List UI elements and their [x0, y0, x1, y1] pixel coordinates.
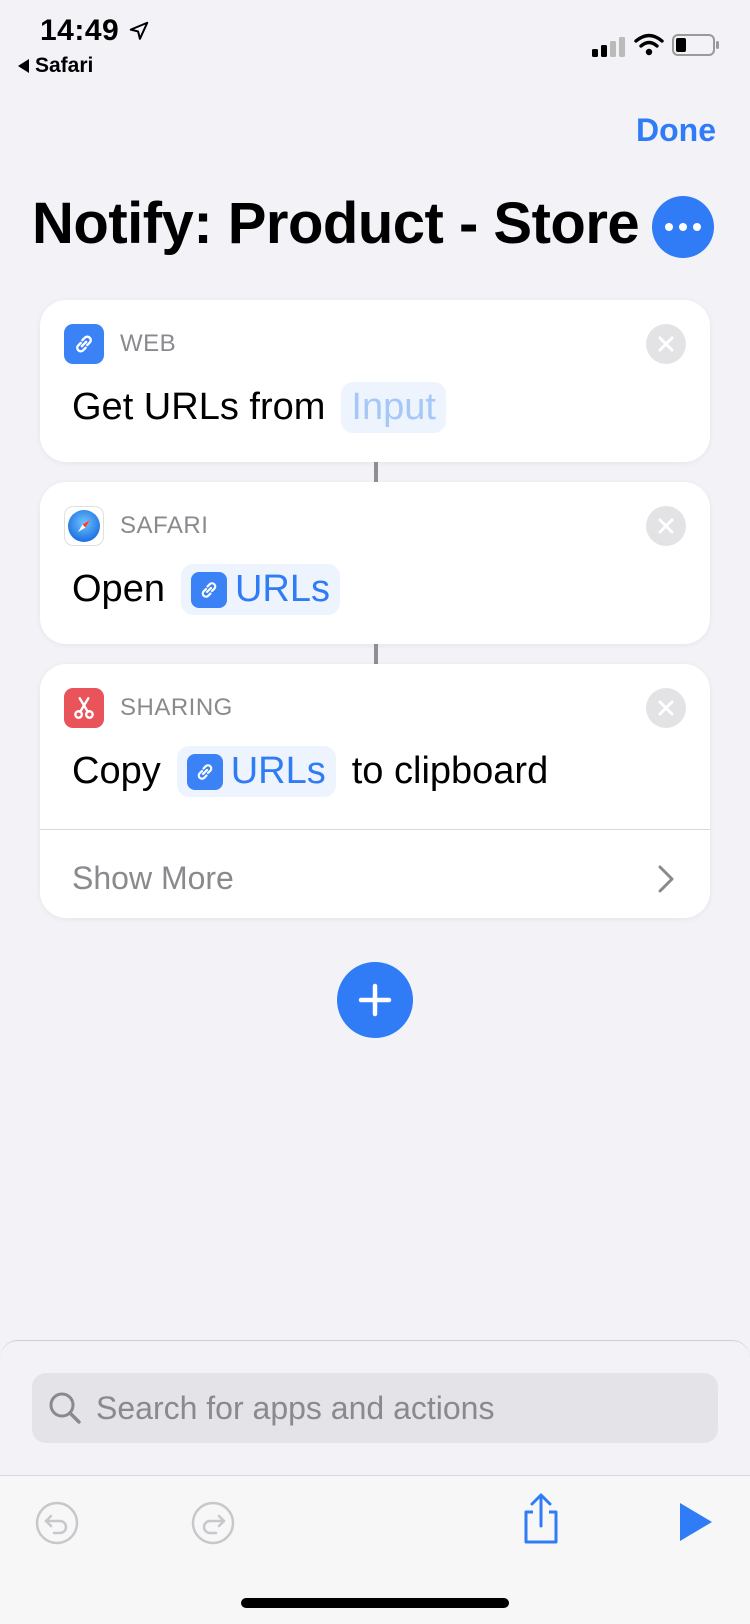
home-indicator: [241, 1598, 509, 1608]
action-category: SHARING: [120, 694, 233, 721]
action-category: WEB: [120, 330, 177, 357]
action-card-get-urls[interactable]: WEB Get URLs from Input: [40, 300, 710, 462]
urls-variable-token[interactable]: URLs: [180, 564, 340, 615]
action-text: Open: [72, 568, 165, 610]
back-app-label: Safari: [35, 54, 94, 77]
link-icon: [186, 753, 223, 790]
done-button[interactable]: Done: [636, 112, 716, 149]
action-text: Get URLs from: [72, 386, 326, 428]
search-icon: [49, 1392, 81, 1424]
chevron-right-icon: [658, 865, 674, 893]
actions-bottom-sheet: [0, 1340, 750, 1624]
wifi-icon: [634, 33, 664, 56]
play-icon[interactable]: [676, 1500, 716, 1544]
action-connector: [374, 644, 378, 664]
remove-action-button[interactable]: [646, 688, 686, 728]
action-text-suffix: to clipboard: [351, 750, 549, 792]
page-title: Notify: Product - Store: [32, 191, 640, 256]
action-category: SAFARI: [120, 512, 209, 539]
link-icon: [190, 571, 227, 608]
remove-action-button[interactable]: [646, 506, 686, 546]
close-icon: [658, 700, 674, 716]
undo-icon[interactable]: [34, 1500, 80, 1546]
plus-icon: [358, 983, 392, 1017]
urls-variable-token[interactable]: URLs: [176, 746, 336, 797]
divider: [40, 829, 710, 830]
status-time: 14:49: [40, 14, 120, 47]
close-icon: [658, 518, 674, 534]
compass-icon: [64, 506, 104, 546]
scissors-icon: [64, 688, 104, 728]
action-card-copy-clipboard[interactable]: SHARING Copy URLs to clipboard Show More: [40, 664, 710, 918]
back-triangle-icon: [18, 59, 29, 73]
show-more-button[interactable]: Show More: [72, 860, 234, 897]
cellular-signal-icon: [592, 37, 625, 57]
more-options-button[interactable]: [652, 196, 714, 258]
search-field[interactable]: [32, 1373, 718, 1443]
link-icon: [64, 324, 104, 364]
back-to-app-link[interactable]: Safari: [18, 54, 93, 78]
ellipsis-icon: [665, 223, 673, 231]
location-arrow-icon: [129, 21, 149, 40]
search-input[interactable]: [96, 1389, 696, 1427]
share-icon[interactable]: [518, 1492, 564, 1546]
action-connector: [374, 462, 378, 482]
add-action-button[interactable]: [337, 962, 413, 1038]
remove-action-button[interactable]: [646, 324, 686, 364]
action-card-open-urls[interactable]: SAFARI Open URLs: [40, 482, 710, 644]
redo-icon[interactable]: [190, 1500, 236, 1546]
action-text: Copy: [72, 750, 161, 792]
close-icon: [658, 336, 674, 352]
battery-icon: [672, 34, 719, 56]
input-variable-token[interactable]: Input: [341, 382, 446, 433]
